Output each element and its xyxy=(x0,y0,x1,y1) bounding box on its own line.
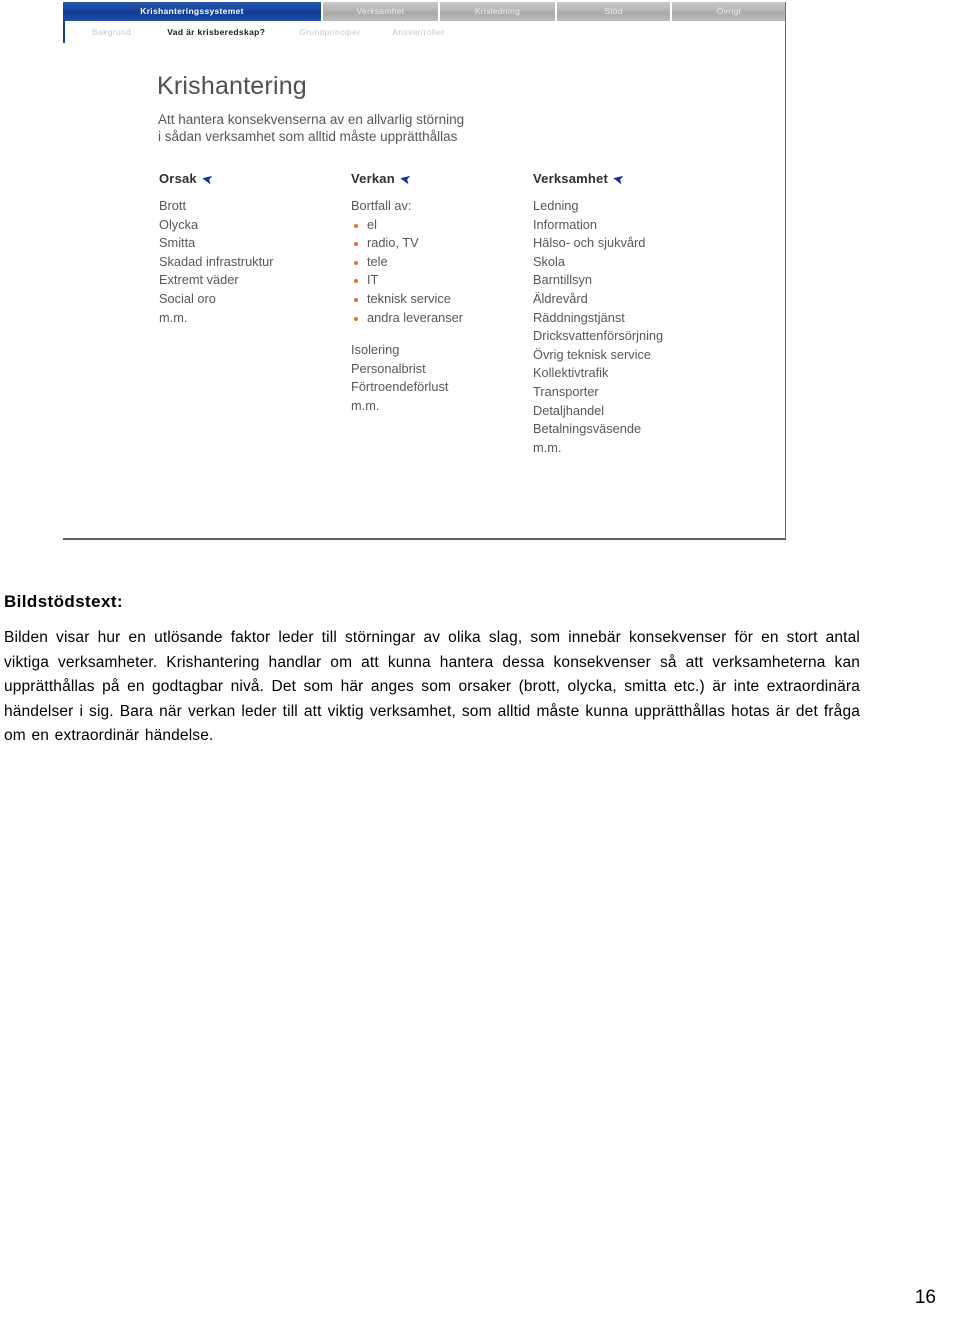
list-item: Extremt väder xyxy=(159,272,239,288)
list-item: Smitta xyxy=(159,235,196,251)
list-item: m.m. xyxy=(533,439,562,455)
list-item: Dricksvattenförsörjning xyxy=(533,328,664,344)
pointer-arrow-icon: ➤ xyxy=(611,171,625,187)
caption-body: Bilden visar hur en utlösande faktor led… xyxy=(4,629,860,744)
list-item: Äldrevård xyxy=(533,290,588,306)
pointer-arrow-icon: ➤ xyxy=(398,171,412,187)
list-item: Olycka xyxy=(159,216,199,232)
main-tab-bar: Krishanteringssystemet Verksamhet Krisledn… xyxy=(63,2,785,21)
list-item: Barntillsyn xyxy=(533,272,593,288)
slide-subtitle: Att hantera konsekvenserna av en allvarl… xyxy=(158,112,465,144)
list-item: IT xyxy=(351,271,463,290)
list-item: Brott xyxy=(159,198,187,213)
main-tab-4-label: Övrigt xyxy=(716,6,742,16)
page-number: 16 xyxy=(914,1287,936,1308)
column-heading-verkan: Verkan ➤ xyxy=(351,171,463,187)
column-verkan: Verkan ➤ Bortfall av: el radio, TV tele IT tek… xyxy=(351,171,463,416)
list-item: Skola xyxy=(533,253,566,269)
sub-nav-item-3[interactable]: Ansvar/roller xyxy=(392,27,444,37)
list-item: m.m. xyxy=(159,309,188,325)
presentation-slide-screenshot: Krishanteringssystemet Verksamhet Krisledn… xyxy=(63,2,786,540)
main-tab-2-label: Krisledning xyxy=(474,6,521,16)
list-item: Bortfall av: xyxy=(351,198,412,213)
column-heading-verksamhet: Verksamhet ➤ xyxy=(533,171,663,187)
column-verksamhet-list: Ledning Information Hälso- och sjukvård Sko… xyxy=(533,197,663,457)
main-tab-3[interactable]: Stöd xyxy=(557,2,672,21)
list-item: Förtroendeförlust xyxy=(351,379,449,395)
slide-title: Krishantering xyxy=(157,72,307,100)
main-tab-0[interactable]: Krishanteringssystemet xyxy=(63,2,323,21)
pointer-arrow-icon: ➤ xyxy=(200,171,214,187)
caption-block: Bildstödstext: Bilden visar hur en utlös… xyxy=(4,592,860,749)
slide-inner: Krishanteringssystemet Verksamhet Krisledn… xyxy=(63,2,785,538)
caption-title: Bildstödstext: xyxy=(4,592,123,611)
main-tab-0-label: Krishanteringssystemet xyxy=(140,6,244,16)
list-item: Ledning xyxy=(533,198,579,213)
main-tab-3-label: Stöd xyxy=(604,6,623,16)
list-item: andra leveranser xyxy=(351,309,463,328)
column-orsak-list: Brott Olycka Smitta Skadad infrastruktur Ext… xyxy=(159,197,274,327)
list-item: teknisk service xyxy=(351,290,463,309)
list-item: Övrig teknisk service xyxy=(533,346,652,362)
list-item: Personalbrist xyxy=(351,360,426,376)
column-verkan-list: Bortfall av: el radio, TV tele IT teknisk ser… xyxy=(351,197,463,416)
column-heading-orsak: Orsak ➤ xyxy=(159,171,274,187)
column-heading-verksamhet-label: Verksamhet xyxy=(533,171,608,186)
slide-content-area: Krishantering Att hantera konsekvenserna… xyxy=(63,43,784,508)
list-item: Isolering xyxy=(351,342,400,358)
list-item: Transporter xyxy=(533,383,599,399)
main-tab-1[interactable]: Verksamhet xyxy=(323,2,440,21)
sub-navigation-bar: Bakgrund Vad är krisberedskap? Grundprinci… xyxy=(63,21,785,43)
column-verksamhet: Verksamhet ➤ Ledning Information Hälso- och… xyxy=(533,171,663,457)
list-item: Detaljhandel xyxy=(533,402,605,418)
main-tab-4[interactable]: Övrigt xyxy=(672,2,785,21)
list-item: m.m. xyxy=(351,397,380,413)
list-item: el xyxy=(351,216,463,235)
list-item: Social oro xyxy=(159,290,216,306)
column-heading-verkan-label: Verkan xyxy=(351,171,395,186)
sub-nav-item-0[interactable]: Bakgrund xyxy=(92,27,131,37)
list-item: tele xyxy=(351,253,463,272)
main-tab-2[interactable]: Krisledning xyxy=(440,2,557,21)
sub-nav-item-2[interactable]: Grundprinciper xyxy=(299,27,360,37)
list-item: Skadad infrastruktur xyxy=(159,253,274,269)
list-item: Kollektivtrafik xyxy=(533,365,609,381)
list-item: radio, TV xyxy=(351,234,463,253)
list-item: Räddningstjänst xyxy=(533,309,625,325)
main-tab-1-label: Verksamhet xyxy=(356,6,405,16)
list-item: Information xyxy=(533,216,598,232)
column-heading-orsak-label: Orsak xyxy=(159,171,197,186)
list-item: Betalningsväsende xyxy=(533,421,642,437)
column-orsak: Orsak ➤ Brott Olycka Smitta Skadad infrastru… xyxy=(159,171,274,327)
sub-nav-item-1[interactable]: Vad är krisberedskap? xyxy=(167,27,265,37)
list-item: Hälso- och sjukvård xyxy=(533,235,646,251)
